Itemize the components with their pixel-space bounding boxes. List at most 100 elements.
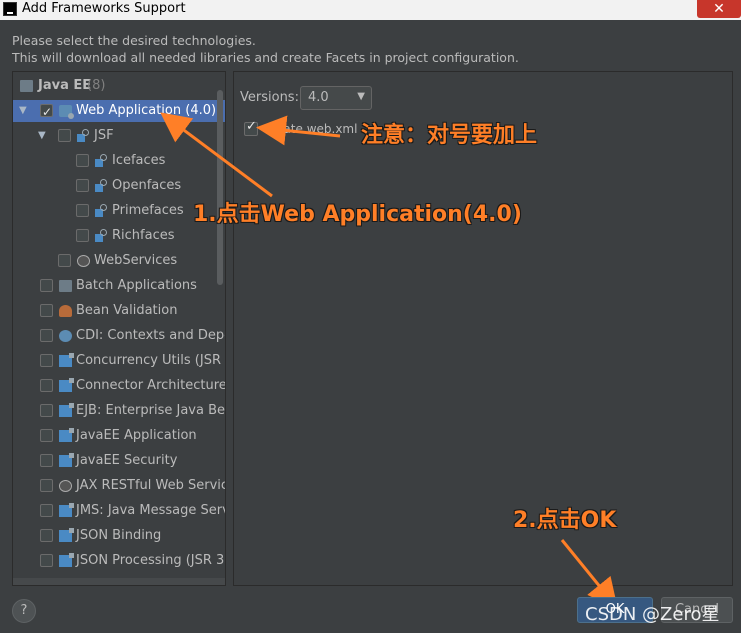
tree-item-connector-architecture[interactable]: Connector Architecture (JS — [13, 375, 226, 397]
tree-group-java-ee: Java EE (8) — [13, 75, 225, 97]
group-count: (8) — [87, 78, 106, 93]
richfaces-checkbox[interactable] — [76, 229, 89, 242]
framework-icon — [59, 453, 74, 467]
openfaces-checkbox[interactable] — [76, 179, 89, 192]
tree-item-richfaces[interactable]: Richfaces — [13, 225, 225, 247]
chevron-down-icon: ▼ — [357, 91, 365, 102]
tree-item-cdi[interactable]: CDI: Contexts and Depend — [13, 325, 225, 347]
group-label: Java EE — [38, 78, 92, 93]
cdi-checkbox[interactable] — [40, 329, 53, 342]
bean-icon — [59, 305, 72, 317]
web-application-icon — [59, 105, 74, 119]
annotation-note: 注意：对号要加上 — [361, 123, 538, 148]
help-button[interactable]: ? — [12, 599, 36, 623]
tree-item-openfaces[interactable]: Openfaces — [13, 175, 225, 197]
tree-item-ejb[interactable]: EJB: Enterprise Java Beans — [13, 400, 225, 422]
web-application-checkbox[interactable] — [40, 101, 53, 123]
json-processing-checkbox[interactable] — [40, 554, 53, 567]
framework-icon — [59, 428, 74, 442]
jms-checkbox[interactable] — [40, 504, 53, 517]
primefaces-checkbox[interactable] — [76, 204, 89, 217]
tree-item-label: JSF — [94, 128, 114, 143]
framework-icon — [59, 378, 74, 392]
jsf-icon — [95, 179, 108, 192]
versions-value: 4.0 — [308, 90, 329, 105]
tree-item-jsf[interactable]: ▼ JSF — [13, 125, 225, 147]
tree-item-jms[interactable]: JMS: Java Message Servic — [13, 500, 226, 522]
webservices-checkbox[interactable] — [58, 254, 71, 267]
tree-item-label: Bean Validation — [76, 303, 178, 318]
title-bar: Add Frameworks Support ✕ — [0, 0, 741, 20]
tree-item-label: JavaEE Application — [76, 428, 197, 443]
tree-item-web-application[interactable]: ▼ Web Application (4.0) — [13, 100, 225, 123]
tree-item-label: JSON Processing (JSR 353 — [76, 553, 226, 568]
tree-item-label: Openfaces — [112, 178, 182, 193]
versions-dropdown[interactable]: 4.0 ▼ — [300, 86, 372, 110]
jsf-icon — [95, 154, 108, 167]
javaee-security-checkbox[interactable] — [40, 454, 53, 467]
tree-item-concurrency-utils[interactable]: Concurrency Utils (JSR 236 — [13, 350, 225, 372]
tree-item-bean-validation[interactable]: Bean Validation — [13, 300, 225, 322]
tree-item-javaee-application[interactable]: JavaEE Application — [13, 425, 225, 447]
versions-label: Versions: — [240, 90, 299, 105]
intellij-app-icon — [3, 2, 17, 16]
annotation-step-1: 1.点击Web Application(4.0) — [193, 202, 522, 227]
framework-icon — [59, 403, 74, 417]
jsf-icon — [95, 229, 108, 242]
tree-item-json-processing[interactable]: JSON Processing (JSR 353 — [13, 550, 226, 572]
tree-item-label: Connector Architecture (JS — [76, 378, 226, 393]
bean-validation-checkbox[interactable] — [40, 304, 53, 317]
framework-icon — [59, 553, 74, 567]
framework-icon — [59, 528, 74, 542]
json-binding-checkbox[interactable] — [40, 529, 53, 542]
tree-item-label: JMS: Java Message Servic — [76, 503, 226, 518]
tree-item-batch-applications[interactable]: Batch Applications — [13, 275, 225, 297]
tree-horizontal-scrollbar[interactable] — [13, 578, 225, 585]
tree-item-label: Richfaces — [112, 228, 175, 243]
jsf-icon — [95, 204, 108, 217]
tree-item-label: EJB: Enterprise Java Beans — [76, 403, 225, 418]
folder-icon — [59, 280, 72, 292]
concurrency-utils-checkbox[interactable] — [40, 354, 53, 367]
csdn-watermark: CSDN @Zero星 — [585, 604, 720, 625]
tree-item-label: CDI: Contexts and Depend — [76, 328, 225, 343]
tree-item-label: JavaEE Security — [76, 453, 178, 468]
ejb-checkbox[interactable] — [40, 404, 53, 417]
intro-line-2: This will download all needed libraries … — [12, 50, 519, 65]
tree-item-label: JSON Binding — [76, 528, 162, 543]
tree-item-label: JAX RESTful Web Services — [76, 478, 225, 493]
framework-icon — [59, 353, 74, 367]
frameworks-tree[interactable]: Java EE (8) ▼ Web Application (4.0) ▼ JS… — [12, 71, 226, 586]
tree-item-label: Icefaces — [112, 153, 166, 168]
create-web-xml-label: Create web.xml — [263, 122, 358, 136]
chevron-down-icon[interactable]: ▼ — [38, 125, 46, 147]
globe-icon — [59, 480, 72, 492]
tree-item-jax-restful[interactable]: JAX RESTful Web Services — [13, 475, 225, 497]
connector-architecture-checkbox[interactable] — [40, 379, 53, 392]
tree-item-json-binding[interactable]: JSON Binding — [13, 525, 225, 547]
create-web-xml-checkbox[interactable] — [244, 119, 258, 136]
tree-item-label: Web Application (4.0) — [76, 103, 217, 118]
tree-item-javaee-security[interactable]: JavaEE Security — [13, 450, 225, 472]
java-ee-group-icon — [20, 80, 33, 92]
jsf-icon — [77, 129, 90, 142]
globe-icon — [77, 255, 90, 267]
tree-item-label: Concurrency Utils (JSR 236 — [76, 353, 225, 368]
framework-icon — [59, 503, 74, 517]
jsf-checkbox[interactable] — [58, 129, 71, 142]
tree-item-label: Batch Applications — [76, 278, 197, 293]
cdi-icon — [59, 330, 72, 342]
tree-vertical-scrollbar[interactable] — [217, 90, 223, 285]
annotation-step-2: 2.点击OK — [513, 508, 617, 533]
tree-item-label: Primefaces — [112, 203, 184, 218]
icefaces-checkbox[interactable] — [76, 154, 89, 167]
jax-restful-checkbox[interactable] — [40, 479, 53, 492]
tree-item-icefaces[interactable]: Icefaces — [13, 150, 225, 172]
javaee-application-checkbox[interactable] — [40, 429, 53, 442]
close-button[interactable]: ✕ — [697, 0, 741, 18]
chevron-down-icon[interactable]: ▼ — [19, 100, 27, 122]
tree-item-label: WebServices — [94, 253, 178, 268]
window-title: Add Frameworks Support — [22, 1, 186, 16]
batch-applications-checkbox[interactable] — [40, 279, 53, 292]
tree-item-webservices[interactable]: WebServices — [13, 250, 225, 272]
